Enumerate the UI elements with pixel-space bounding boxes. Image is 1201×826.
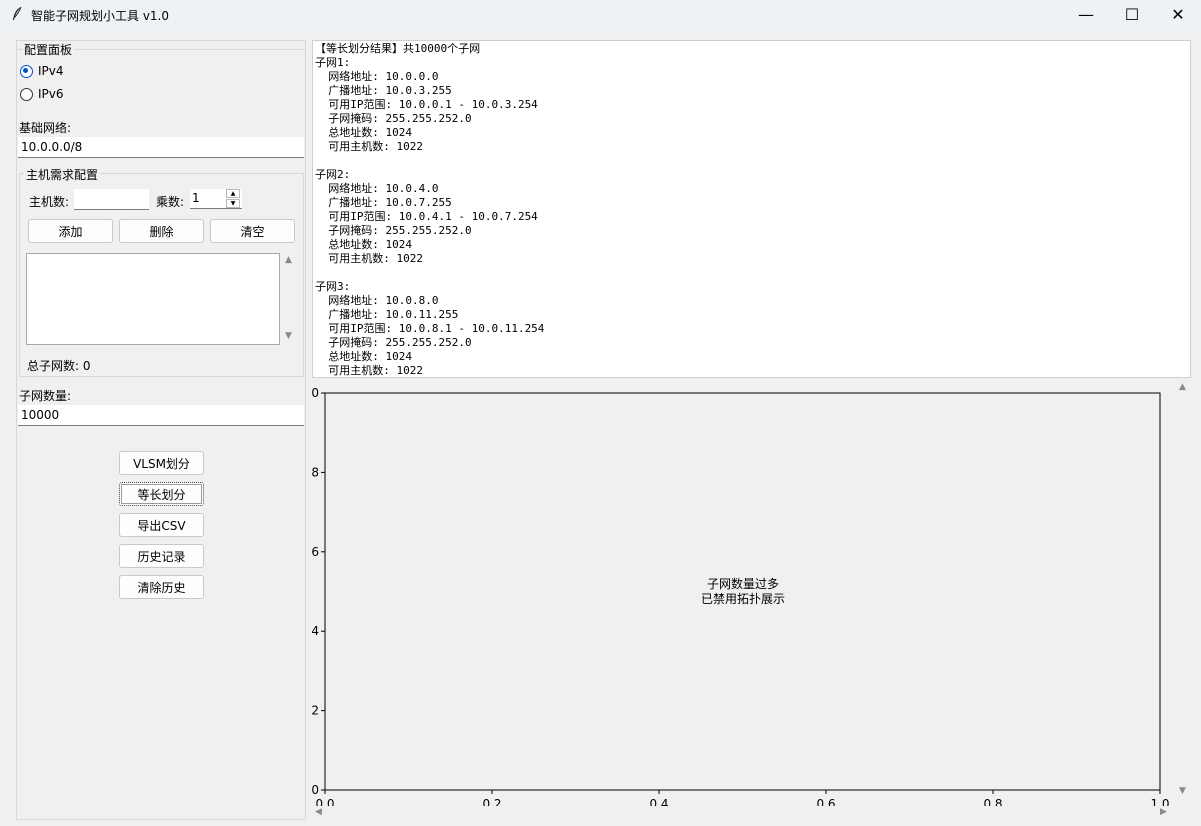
radio-checked-icon <box>20 65 33 78</box>
scroll-right-icon[interactable]: ▶ <box>1160 807 1167 817</box>
host-count-input[interactable] <box>74 189 149 210</box>
maximize-icon: ☐ <box>1124 5 1140 24</box>
scroll-up-icon[interactable]: ▲ <box>1179 382 1186 392</box>
host-count-label: 主机数: <box>29 195 70 209</box>
title-bar: 智能子网规划小工具 v1.0 — ☐ ✕ <box>0 0 1201 30</box>
ipv4-label: IPv4 <box>38 64 64 78</box>
ipv6-radio[interactable]: IPv6 <box>20 87 100 103</box>
ipv4-radio[interactable]: IPv4 <box>20 64 100 80</box>
topology-plot: 0 8 6 4 2 0 0.0 0.2 0.4 0.6 0.8 1.0 子网数量过多 已禁用拓扑展示 <box>312 380 1175 806</box>
base-network-label: 基础网络: <box>19 121 72 135</box>
y-tick-label: 6 <box>312 545 319 559</box>
feather-icon <box>13 6 22 20</box>
host-list[interactable] <box>26 253 280 345</box>
config-panel-title: 配置面板 <box>22 41 75 58</box>
subnet-count-input[interactable] <box>18 405 304 426</box>
x-tick-label: 1.0 <box>1150 797 1169 806</box>
clear-hosts-button[interactable]: 清空 <box>210 219 295 243</box>
x-axis: 0.0 0.2 0.4 0.6 0.8 1.0 <box>315 790 1170 806</box>
host-config-title: 主机需求配置 <box>24 166 101 183</box>
total-subnets-label: 总子网数: 0 <box>27 359 91 373</box>
scroll-up-icon[interactable]: ▲ <box>285 255 292 265</box>
host-list-scrollbar[interactable]: ▲ ▼ <box>283 253 297 345</box>
equal-split-button[interactable]: 等长划分 <box>119 482 204 506</box>
y-tick-label: 4 <box>312 624 319 638</box>
maximize-button[interactable]: ☐ <box>1109 0 1155 30</box>
radio-unchecked-icon <box>20 88 33 101</box>
y-tick-label: 0 <box>312 386 319 400</box>
subnet-count-label: 子网数量: <box>19 389 72 403</box>
scroll-left-icon[interactable]: ◀ <box>315 807 322 817</box>
ipv6-label: IPv6 <box>38 87 64 101</box>
y-axis: 0 8 6 4 2 0 <box>312 386 325 797</box>
x-tick-label: 0.4 <box>649 797 668 806</box>
x-tick-label: 0.0 <box>315 797 334 806</box>
add-host-button[interactable]: 添加 <box>28 219 113 243</box>
vertical-scrollbar[interactable]: ▲ ▼ <box>1177 380 1191 806</box>
spin-up-button[interactable]: ▲ <box>226 189 240 198</box>
y-tick-label: 0 <box>312 783 319 797</box>
result-textbox[interactable]: 【等长划分结果】共10000个子网 子网1: 网络地址: 10.0.0.0 广播… <box>312 40 1191 378</box>
y-tick-label: 2 <box>312 704 319 718</box>
export-csv-button[interactable]: 导出CSV <box>119 513 204 537</box>
close-button[interactable]: ✕ <box>1155 0 1201 30</box>
result-text: 【等长划分结果】共10000个子网 子网1: 网络地址: 10.0.0.0 广播… <box>315 42 545 377</box>
spin-down-button[interactable]: ▼ <box>226 199 240 208</box>
history-button[interactable]: 历史记录 <box>119 544 204 568</box>
multiplier-spinbox[interactable]: 1 ▲ ▼ <box>190 189 242 209</box>
delete-host-button[interactable]: 删除 <box>119 219 204 243</box>
multiplier-label: 乘数: <box>156 195 185 209</box>
vlsm-button[interactable]: VLSM划分 <box>119 451 204 475</box>
minimize-icon: — <box>1078 5 1094 24</box>
plot-message-line1: 子网数量过多 <box>707 576 779 591</box>
spin-up-icon: ▲ <box>230 190 236 197</box>
spin-down-icon: ▼ <box>230 200 236 207</box>
topology-plot-svg: 0 8 6 4 2 0 0.0 0.2 0.4 0.6 0.8 1.0 子网数量过多 已禁用拓扑展示 <box>312 386 1170 806</box>
minimize-button[interactable]: — <box>1063 0 1109 30</box>
scroll-down-icon[interactable]: ▼ <box>285 331 292 341</box>
base-network-input[interactable] <box>18 137 304 158</box>
multiplier-value: 1 <box>192 191 200 205</box>
horizontal-scrollbar[interactable]: ◀ ▶ <box>312 806 1175 820</box>
close-icon: ✕ <box>1171 5 1185 24</box>
clear-history-button[interactable]: 清除历史 <box>119 575 204 599</box>
y-tick-label: 8 <box>312 465 319 479</box>
plot-message-line2: 已禁用拓扑展示 <box>701 592 785 606</box>
x-tick-label: 0.2 <box>482 797 501 806</box>
window-title: 智能子网规划小工具 v1.0 <box>31 9 170 23</box>
x-tick-label: 0.8 <box>983 797 1002 806</box>
x-tick-label: 0.6 <box>816 797 835 806</box>
scroll-down-icon[interactable]: ▼ <box>1179 786 1186 796</box>
